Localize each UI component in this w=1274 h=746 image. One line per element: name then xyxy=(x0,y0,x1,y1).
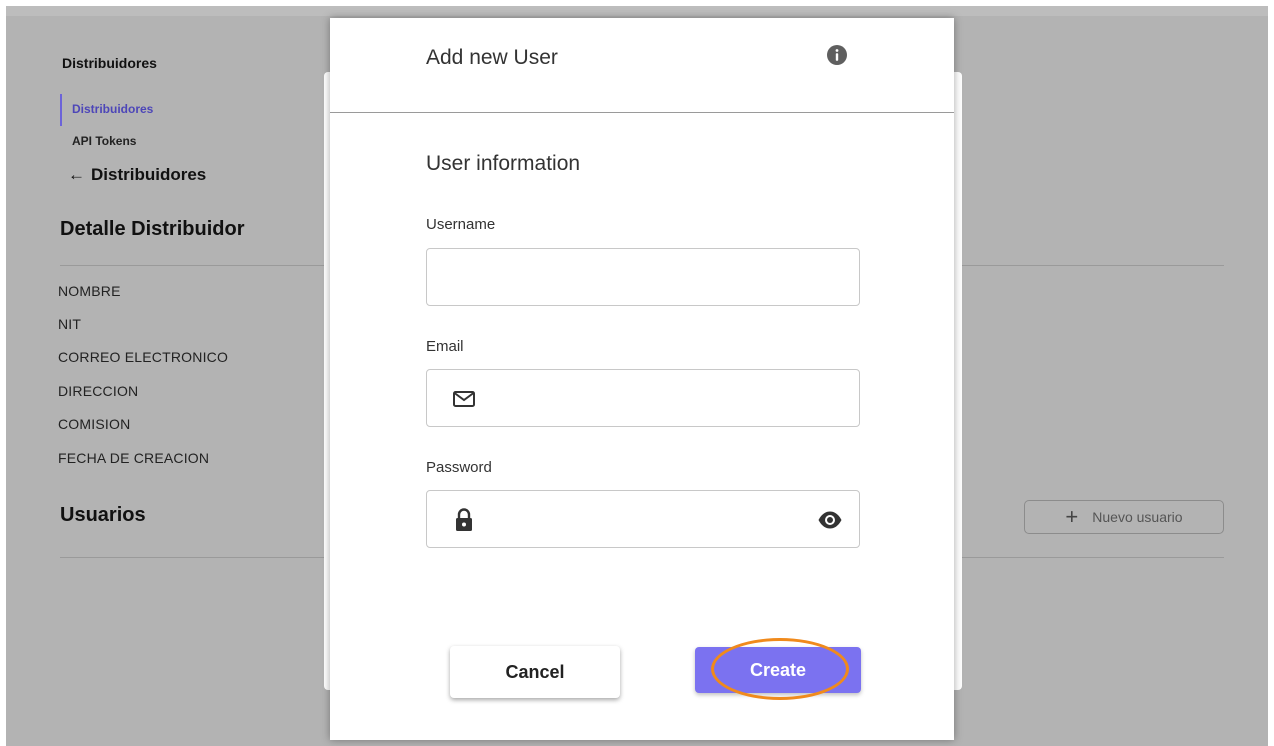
users-section-title: Usuarios xyxy=(60,504,146,526)
field-label-fecha: FECHA DE CREACION xyxy=(58,450,210,466)
info-icon[interactable] xyxy=(826,44,848,66)
password-label: Password xyxy=(426,459,492,476)
app-window: Distribuidores Distribuidores API Tokens… xyxy=(6,6,1268,746)
username-input[interactable] xyxy=(427,249,859,305)
dialog-title: Add new User xyxy=(426,46,558,69)
eye-icon[interactable] xyxy=(817,508,843,532)
sidebar-item-api-tokens[interactable]: API Tokens xyxy=(72,134,136,148)
sidebar-title: Distribuidores xyxy=(62,55,157,71)
field-label-nombre: NOMBRE xyxy=(58,283,121,299)
email-field xyxy=(426,369,860,427)
password-input[interactable] xyxy=(427,491,859,547)
sidebar-item-distribuidores[interactable]: Distribuidores xyxy=(72,102,153,116)
nav-active-indicator xyxy=(60,94,62,126)
top-bar xyxy=(6,6,1268,16)
add-user-dialog: Add new User User information Username E… xyxy=(330,18,954,740)
field-label-nit: NIT xyxy=(58,316,82,332)
create-button[interactable]: Create xyxy=(695,647,861,693)
section-title: User information xyxy=(426,152,581,175)
field-label-direccion: DIRECCION xyxy=(58,383,139,399)
new-user-button-label: Nuevo usuario xyxy=(1092,509,1183,525)
dialog-divider xyxy=(330,112,954,113)
password-field xyxy=(426,490,860,548)
page-title: Detalle Distribuidor xyxy=(60,218,245,240)
back-arrow-icon: ← xyxy=(68,165,85,184)
email-input[interactable] xyxy=(427,370,859,426)
field-label-comision: COMISION xyxy=(58,416,131,432)
plus-icon: + xyxy=(1065,504,1079,529)
new-user-button[interactable]: + Nuevo usuario xyxy=(1024,500,1224,534)
username-label: Username xyxy=(426,216,496,233)
field-label-correo: CORREO ELECTRONICO xyxy=(58,349,229,365)
cancel-button[interactable]: Cancel xyxy=(450,646,620,698)
email-label: Email xyxy=(426,338,464,355)
back-link-label: Distribuidores xyxy=(91,165,207,184)
username-field xyxy=(426,248,860,306)
back-link[interactable]: ← Distribuidores xyxy=(68,165,206,185)
